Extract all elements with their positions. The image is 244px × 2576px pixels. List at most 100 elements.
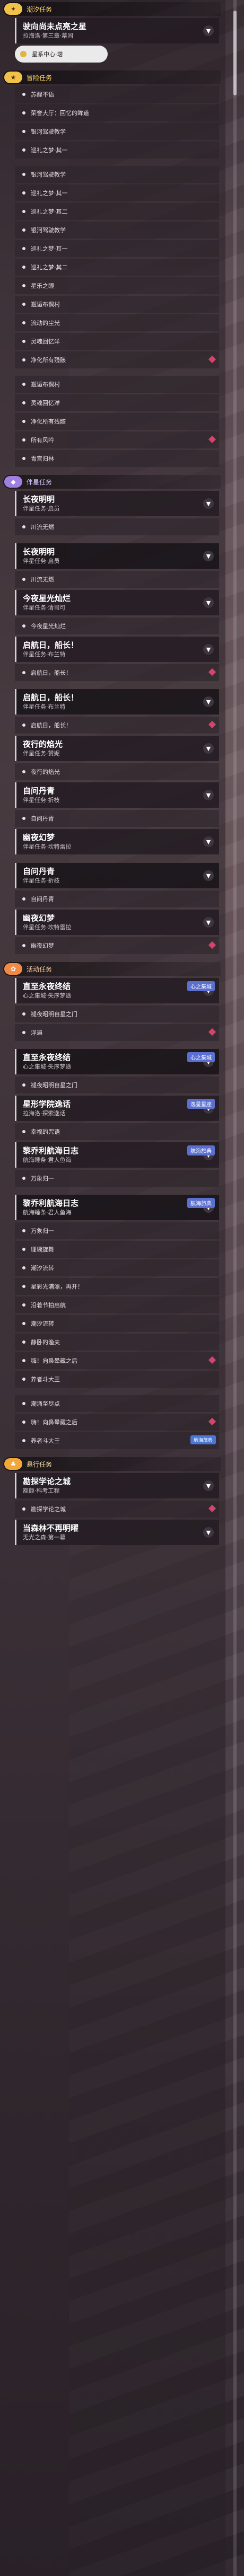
expand-chevron-icon[interactable]: ▼ [203, 870, 214, 881]
quest-objective[interactable]: 星系中心·塔 [15, 46, 108, 63]
quest-objective[interactable]: 巡礼之梦·其一 [15, 240, 219, 257]
quest-subtitle: 伴星任务·布兰特 [23, 651, 66, 658]
expand-chevron-icon[interactable]: ▼ [203, 498, 214, 509]
quest-objective[interactable]: 万象归一 [15, 1170, 219, 1187]
new-marker-icon [208, 1356, 216, 1364]
quest-objective[interactable]: 潮汐流转 [15, 1259, 219, 1276]
quest-objective[interactable]: 自问丹青 [15, 810, 219, 827]
quest-objective[interactable]: 荣誉大厅：回忆的眸道 [15, 104, 219, 121]
expand-chevron-icon[interactable]: ▼ [203, 790, 214, 800]
quest-objective[interactable]: 珊瑚旋舞 [15, 1241, 219, 1258]
quest-objective[interactable]: 幸福的咒语 [15, 1123, 219, 1140]
objective-label: 净化所有残骸 [31, 357, 66, 364]
quest-objective[interactable]: 今夜星光灿烂 [15, 617, 219, 634]
bullet-icon [22, 1031, 25, 1034]
quest-objective[interactable]: 灵魂回忆洋 [15, 394, 219, 411]
section-title: 潮汐任务 [27, 5, 53, 13]
quest-objective[interactable]: 启航日，船长！ [15, 664, 219, 681]
expand-chevron-icon[interactable]: ▼ [203, 836, 214, 847]
quest-objective[interactable]: 浮遍 [15, 1024, 219, 1041]
quest-objective[interactable]: 万象归一 [15, 1222, 219, 1239]
quest-objective[interactable]: 净化所有残骸 [15, 351, 219, 368]
quest-objective[interactable]: 嗨！向鼻晕藏之后 [15, 1414, 219, 1431]
expand-chevron-icon[interactable]: ▼ [203, 597, 214, 608]
objective-label: 所有风吟 [31, 437, 54, 444]
quest-objective[interactable]: 养者斗大王 航海旅典 [15, 1432, 219, 1449]
quest-card[interactable]: 长夜明明 伴星任务·启员 ▼ [15, 543, 219, 569]
expand-chevron-icon[interactable]: ▼ [203, 743, 214, 754]
quest-objective[interactable]: 沿着节拍启航 [15, 1296, 219, 1313]
expand-chevron-icon[interactable]: ▼ [203, 25, 214, 36]
quest-card[interactable]: 勘探学论之城 额颜·科考工程 ▼ [15, 1473, 219, 1498]
quest-card[interactable]: 自问丹青 伴星任务·折枝 ▼ [15, 782, 219, 808]
quest-card[interactable]: 黎乔利航海日志航海睡条·君人鱼海▼航海旅典 [15, 1142, 219, 1168]
quest-objective[interactable]: 邂逅布偶村 [15, 376, 219, 393]
quest-objective[interactable]: 褪夜昭明自星之门 [15, 1005, 219, 1022]
quest-objective[interactable]: 川流无燃 [15, 518, 219, 535]
quest-card[interactable]: 自问丹青 伴星任务·折枝 ▼ [15, 863, 219, 888]
expand-chevron-icon[interactable]: ▼ [203, 644, 214, 655]
objective-label: 流动的尘光 [31, 320, 60, 327]
quest-objective[interactable]: 星彩光浦漂，再开！ [15, 1278, 219, 1295]
quest-objective[interactable]: 银河驾驶教学 [15, 222, 219, 239]
quest-card[interactable]: 幽夜幻梦 伴星任务·坎特雷拉 ▼ [15, 910, 219, 935]
section-icon: ✦ [4, 3, 22, 15]
quest-objective[interactable]: 青宫归林 [15, 450, 219, 467]
quest-objective[interactable]: 潮汐流转 [15, 1315, 219, 1332]
section-header-s5[interactable]: ♣ 悬行任务 [3, 1457, 221, 1471]
objective-label: 夜行的焰光 [31, 769, 60, 775]
expand-chevron-icon[interactable]: ▼ [203, 551, 214, 561]
quest-objective[interactable]: 苏醒不语 [15, 86, 219, 103]
section-header-s3[interactable]: ◆ 伴星任务 [3, 475, 221, 489]
section-header-s4[interactable]: ✿ 活动任务 [3, 962, 221, 976]
quest-objective[interactable]: 勘探学论之城 [15, 1501, 219, 1518]
quest-objective[interactable]: 所有风吟 [15, 431, 219, 448]
expand-chevron-icon[interactable]: ▼ [203, 1480, 214, 1491]
quest-objective[interactable]: 幽夜幻梦 [15, 937, 219, 954]
objective-label: 邂逅布偶村 [31, 381, 60, 388]
quest-objective[interactable]: 灵魂回忆洋 [15, 333, 219, 350]
quest-card[interactable]: 直至永夜终结心之集城·失序梦途▼心之集城 [15, 1049, 219, 1074]
bullet-icon [22, 1285, 25, 1288]
section-icon: ♣ [4, 1458, 22, 1470]
quest-objective[interactable]: 巡礼之梦·其二 [15, 259, 219, 276]
quest-card[interactable]: 驶向尚未点亮之星 拉海洛·第三章·幕间 ▼ [15, 18, 219, 43]
objective-label: 浮遍 [31, 1029, 42, 1036]
quest-objective[interactable]: 星乐之眼 [15, 277, 219, 294]
quest-objective[interactable]: 净化所有残骸 [15, 413, 219, 430]
quest-objective[interactable]: 巡礼之梦·其一 [15, 184, 219, 201]
quest-card[interactable]: 启航日，船长！ 伴星任务·布兰特 ▼ [15, 637, 219, 662]
quest-card[interactable]: 直至永夜终结心之集城·失序梦途▼心之集城 [15, 978, 219, 1003]
quest-card[interactable]: 启航日，船长！ 伴星任务·布兰特 ▼ [15, 689, 219, 714]
quest-card[interactable]: 夜行的焰光 伴星任务·赞妮 ▼ [15, 736, 219, 761]
quest-objective[interactable]: 巡礼之梦·其一 [15, 142, 219, 158]
quest-objective[interactable]: 巡礼之梦·其二 [15, 203, 219, 220]
quest-objective[interactable]: 邂逅布偶村 [15, 296, 219, 313]
quest-objective[interactable]: 褪夜昭明自星之门 [15, 1077, 219, 1093]
section-header-s1[interactable]: ✦ 潮汐任务 [3, 2, 221, 16]
expand-chevron-icon[interactable]: ▼ [203, 917, 214, 928]
quest-card[interactable]: 今夜星光灿烂 伴星任务·清司可 ▼ [15, 590, 219, 615]
quest-objective[interactable]: 嗨！向鼻晕藏之后 [15, 1352, 219, 1369]
expand-chevron-icon[interactable]: ▼ [203, 1527, 214, 1538]
quest-objective[interactable]: 启航日，船长！ [15, 717, 219, 734]
quest-objective[interactable]: 流动的尘光 [15, 314, 219, 331]
scrollbar-thumb[interactable] [233, 11, 237, 95]
quest-objective[interactable]: 静卧的渔夫 [15, 1334, 219, 1351]
quest-objective[interactable]: 夜行的焰光 [15, 763, 219, 780]
quest-objective[interactable]: 养者斗大王 [15, 1371, 219, 1388]
quest-objective[interactable]: 银河驾驶教学 [15, 166, 219, 183]
quest-objective[interactable]: 潮涌至尽点 [15, 1395, 219, 1412]
new-marker-icon [208, 1504, 216, 1513]
quest-objective[interactable]: 银河驾驶教学 [15, 123, 219, 140]
quest-objective[interactable]: 川流无燃 [15, 571, 219, 588]
scrollbar[interactable] [233, 0, 237, 2576]
quest-card[interactable]: 黎乔利航海日志航海睡条·君人鱼海▼航海旅典 [15, 1195, 219, 1220]
quest-card[interactable]: 星形学院逸话拉海洛·探索逸话▼逸星星座 [15, 1096, 219, 1121]
expand-chevron-icon[interactable]: ▼ [203, 696, 214, 707]
quest-card[interactable]: 当森林不再明曜 无光之森·第一幕 ▼ [15, 1520, 219, 1545]
section-header-s2[interactable]: ★ 冒险任务 [3, 70, 221, 84]
quest-card[interactable]: 长夜明明 伴星任务·启员 ▼ [15, 491, 219, 516]
quest-card[interactable]: 幽夜幻梦 伴星任务·坎特雷拉 ▼ [15, 829, 219, 854]
quest-objective[interactable]: 自问丹青 [15, 890, 219, 907]
